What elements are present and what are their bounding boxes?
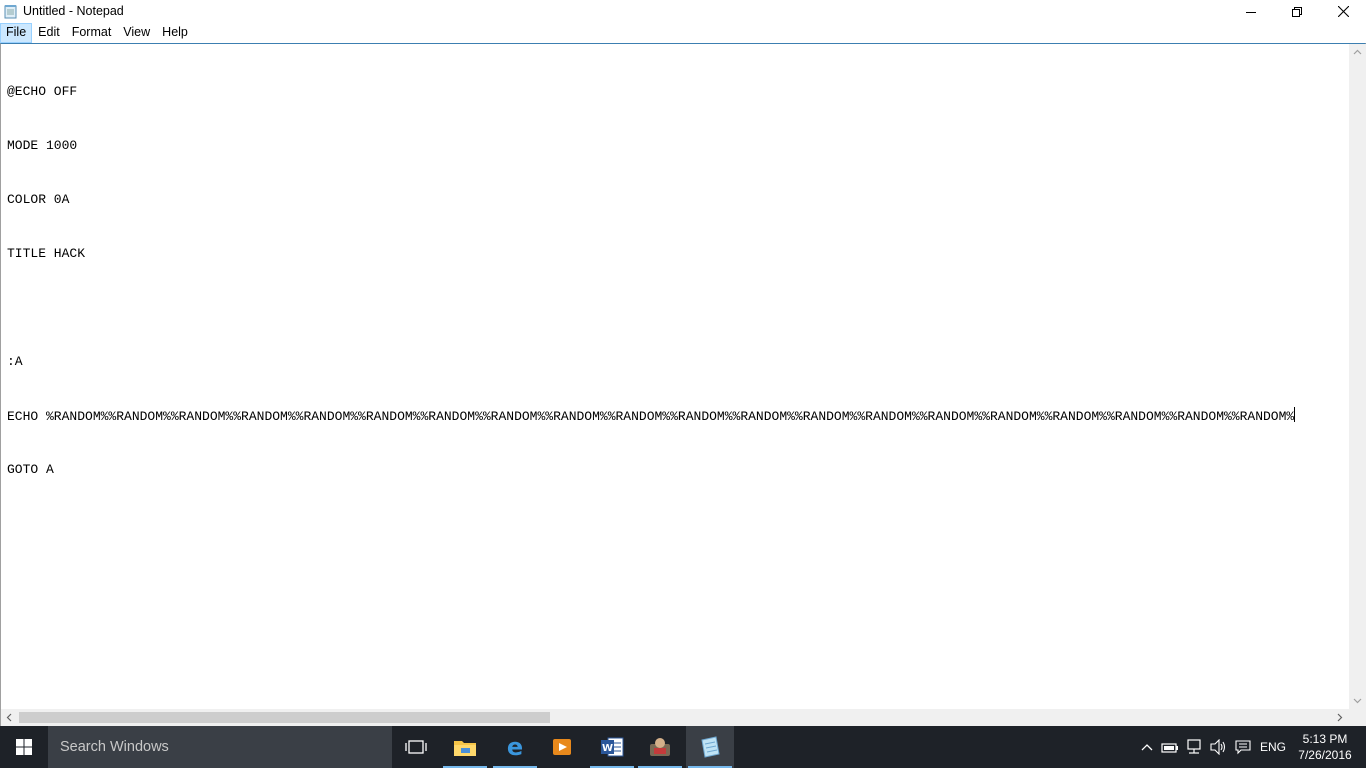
tray-network[interactable] xyxy=(1184,726,1206,768)
menu-help[interactable]: Help xyxy=(156,23,194,43)
text-line-with-caret: ECHO %RANDOM%%RANDOM%%RANDOM%%RANDOM%%RA… xyxy=(7,407,1347,425)
window-title: Untitled - Notepad xyxy=(23,4,124,18)
menu-edit[interactable]: Edit xyxy=(32,23,66,43)
taskbar-word[interactable]: W xyxy=(588,726,636,768)
media-player-icon xyxy=(553,739,571,755)
menu-view[interactable]: View xyxy=(117,23,156,43)
restore-button[interactable] xyxy=(1274,0,1320,23)
menu-file[interactable]: File xyxy=(0,23,33,43)
restore-icon xyxy=(1292,6,1302,17)
taskbar-edge[interactable]: e xyxy=(491,726,539,768)
minimize-button[interactable] xyxy=(1228,0,1274,23)
start-button[interactable] xyxy=(0,726,48,768)
notepad-app-icon[interactable] xyxy=(4,4,18,19)
editor-pane[interactable]: @ECHO OFF MODE 1000 COLOR 0A TITLE HACK … xyxy=(0,43,1366,726)
taskbar-file-explorer[interactable] xyxy=(441,726,489,768)
scrollbar-corner xyxy=(1349,709,1366,726)
action-center-icon xyxy=(1235,740,1251,755)
horizontal-scrollbar[interactable] xyxy=(1,709,1349,726)
text-line: :A xyxy=(7,354,23,369)
taskbar-media-player[interactable] xyxy=(538,726,586,768)
task-view-icon xyxy=(405,740,427,754)
svg-text:W: W xyxy=(602,743,613,754)
scroll-right-arrow-icon[interactable] xyxy=(1335,713,1344,722)
text-line xyxy=(7,299,1347,317)
scroll-up-arrow-icon[interactable] xyxy=(1353,48,1362,57)
clock[interactable]: 5:13 PM 7/26/2016 xyxy=(1290,731,1360,763)
language-indicator[interactable]: ENG xyxy=(1260,740,1286,754)
battery-icon xyxy=(1161,743,1178,753)
windows-logo-icon xyxy=(16,739,32,755)
menu-bar: File Edit Format View Help xyxy=(0,23,1366,43)
game-app-icon xyxy=(650,738,670,756)
horizontal-scroll-thumb[interactable] xyxy=(19,712,550,723)
vertical-scrollbar[interactable] xyxy=(1349,44,1366,709)
network-icon xyxy=(1187,739,1201,754)
text-line: @ECHO OFF xyxy=(7,84,78,99)
notepad-icon xyxy=(701,736,720,758)
file-explorer-icon xyxy=(454,741,476,756)
clock-date: 7/26/2016 xyxy=(1298,748,1352,762)
text-line: GOTO A xyxy=(7,462,54,477)
search-placeholder: Search Windows xyxy=(60,739,169,755)
text-line-content: ECHO %RANDOM%%RANDOM%%RANDOM%%RANDOM%%RA… xyxy=(7,409,1295,424)
task-view-button[interactable] xyxy=(392,726,440,768)
edge-icon: e xyxy=(507,736,523,758)
text-line: TITLE HACK xyxy=(7,246,86,261)
text-caret xyxy=(1294,407,1296,422)
taskbar-game-app[interactable] xyxy=(636,726,684,768)
search-box[interactable]: Search Windows xyxy=(48,726,392,768)
scroll-down-arrow-icon[interactable] xyxy=(1353,696,1362,705)
close-button[interactable] xyxy=(1320,0,1366,23)
scroll-left-arrow-icon[interactable] xyxy=(5,713,14,722)
minimize-icon xyxy=(1246,11,1256,13)
volume-icon xyxy=(1210,739,1226,755)
taskbar: Search Windows e W ENG 5:13 PM 7/26/2016 xyxy=(0,726,1366,768)
tray-volume[interactable] xyxy=(1208,726,1230,768)
text-area[interactable]: @ECHO OFF MODE 1000 COLOR 0A TITLE HACK … xyxy=(7,47,1347,707)
word-icon: W xyxy=(601,737,624,757)
chevron-up-icon xyxy=(1141,744,1153,751)
menu-format[interactable]: Format xyxy=(66,23,118,43)
clock-time: 5:13 PM xyxy=(1302,732,1348,746)
tray-power[interactable] xyxy=(1160,726,1180,768)
text-line: MODE 1000 xyxy=(7,138,78,153)
tray-notifications[interactable] xyxy=(1232,726,1254,768)
close-icon xyxy=(1337,6,1349,17)
title-bar[interactable]: Untitled - Notepad xyxy=(0,0,1366,23)
show-hidden-icons-button[interactable] xyxy=(1138,726,1156,768)
text-line: COLOR 0A xyxy=(7,192,70,207)
taskbar-notepad[interactable] xyxy=(686,726,734,768)
svg-text:e: e xyxy=(507,736,523,758)
